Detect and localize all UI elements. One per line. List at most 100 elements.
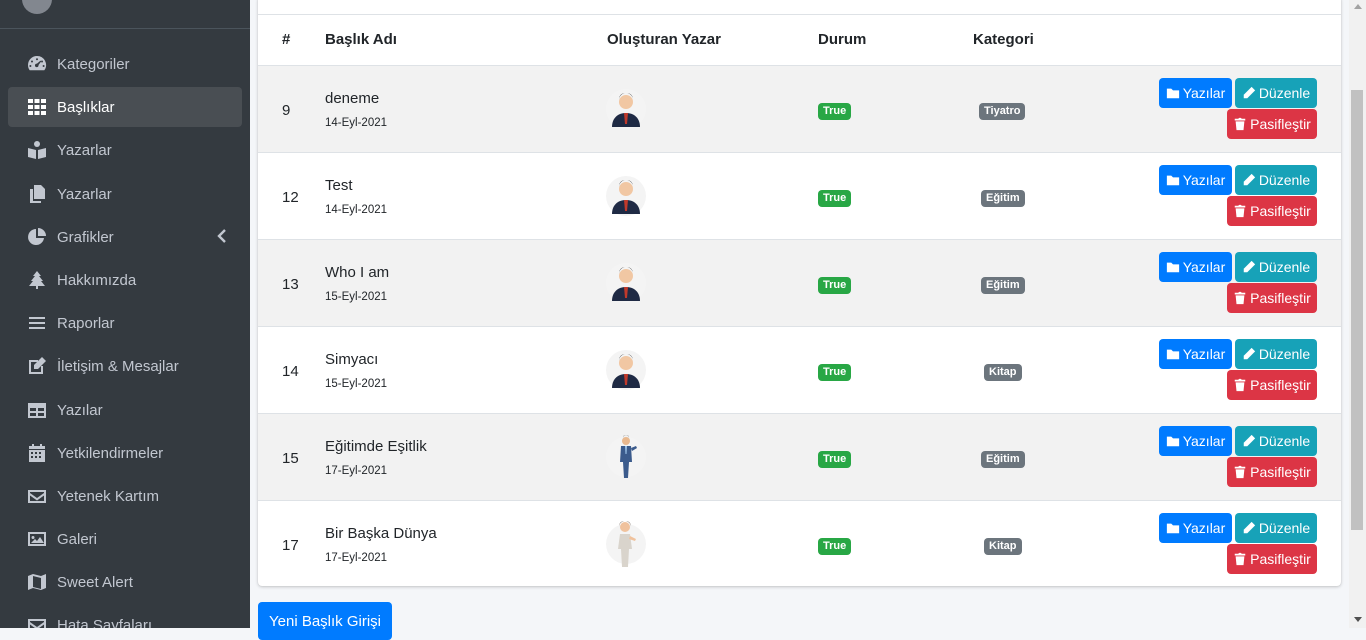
sidebar-item-label: İletişim & Mesajlar bbox=[57, 357, 179, 375]
edit-button-label: Düzenle bbox=[1258, 433, 1311, 449]
deactivate-button[interactable]: Pasifleştir bbox=[1227, 370, 1317, 400]
row-title: Who I am bbox=[325, 264, 390, 281]
deactivate-button-label: Pasifleştir bbox=[1250, 551, 1311, 567]
status-badge: True bbox=[818, 277, 852, 294]
edit-button-label: Düzenle bbox=[1258, 85, 1311, 101]
pencil-icon bbox=[1243, 260, 1255, 273]
scroll-up-arrow-icon[interactable] bbox=[1354, 4, 1362, 9]
deactivate-button-label: Pasifleştir bbox=[1250, 464, 1311, 480]
table-row: 13 Who I am 15-Eyl-2021 True Eğitim Yazı… bbox=[258, 239, 1341, 326]
user-avatar[interactable] bbox=[22, 0, 52, 14]
scroll-thumb[interactable] bbox=[1351, 90, 1363, 530]
column-header-category: Kategori bbox=[973, 31, 1034, 48]
posts-button-label: Yazılar bbox=[1182, 433, 1226, 449]
row-date: 14-Eyl-2021 bbox=[325, 204, 388, 216]
row-id: 15 bbox=[282, 450, 299, 467]
sidebar-item-yazarlar[interactable]: Yazarlar bbox=[8, 130, 242, 170]
sidebar-item-hata-sayfalari[interactable]: Hata Sayfaları bbox=[8, 605, 242, 628]
status-badge: True bbox=[818, 451, 852, 468]
pencil-icon bbox=[1243, 434, 1255, 447]
edit-button[interactable]: Düzenle bbox=[1235, 252, 1317, 282]
trash-icon bbox=[1234, 204, 1246, 218]
posts-button[interactable]: Yazılar bbox=[1159, 252, 1232, 282]
pencil-icon bbox=[1243, 347, 1255, 360]
posts-button-label: Yazılar bbox=[1182, 172, 1226, 188]
edit-button[interactable]: Düzenle bbox=[1235, 513, 1317, 543]
trash-icon bbox=[1234, 291, 1246, 305]
trash-icon bbox=[1234, 378, 1246, 392]
new-heading-button[interactable]: Yeni Başlık Girişi bbox=[258, 602, 392, 640]
posts-button[interactable]: Yazılar bbox=[1159, 78, 1232, 108]
sidebar-item-raporlar[interactable]: Raporlar bbox=[8, 303, 242, 343]
category-badge: Eğitim bbox=[981, 451, 1025, 468]
deactivate-button[interactable]: Pasifleştir bbox=[1227, 109, 1317, 139]
row-id: 14 bbox=[282, 363, 299, 380]
table-row: 12 Test 14-Eyl-2021 True Eğitim Yazılar … bbox=[258, 152, 1341, 239]
row-date: 15-Eyl-2021 bbox=[325, 378, 388, 390]
posts-button-label: Yazılar bbox=[1182, 85, 1226, 101]
edit-button[interactable]: Düzenle bbox=[1235, 78, 1317, 108]
edit-button-label: Düzenle bbox=[1258, 172, 1311, 188]
status-badge: True bbox=[818, 538, 852, 555]
scroll-down-arrow-icon[interactable] bbox=[1354, 617, 1362, 622]
row-date: 14-Eyl-2021 bbox=[325, 117, 388, 129]
trash-icon bbox=[1234, 117, 1246, 131]
edit-button-label: Düzenle bbox=[1258, 346, 1311, 362]
posts-button[interactable]: Yazılar bbox=[1159, 513, 1232, 543]
pencil-icon bbox=[1243, 86, 1255, 99]
column-header-author: Oluşturan Yazar bbox=[607, 31, 721, 48]
row-date: 17-Eyl-2021 bbox=[325, 465, 388, 477]
sidebar-item-label: Hata Sayfaları bbox=[57, 616, 153, 629]
column-header-status: Durum bbox=[818, 31, 867, 48]
vertical-scrollbar[interactable] bbox=[1349, 0, 1366, 628]
deactivate-button[interactable]: Pasifleştir bbox=[1227, 196, 1317, 226]
dashboard-gauge-icon bbox=[26, 53, 48, 75]
copy-icon bbox=[26, 183, 48, 205]
calendar-icon bbox=[26, 442, 48, 464]
deactivate-button[interactable]: Pasifleştir bbox=[1227, 283, 1317, 313]
posts-button-label: Yazılar bbox=[1182, 346, 1226, 362]
sidebar-item-yazarlar-2[interactable]: Yazarlar bbox=[8, 174, 242, 214]
category-badge: Kitap bbox=[984, 538, 1022, 555]
sidebar-item-label: Yazarlar bbox=[57, 185, 112, 203]
row-title: Bir Başka Dünya bbox=[325, 525, 437, 542]
row-title: deneme bbox=[325, 90, 380, 107]
edit-button[interactable]: Düzenle bbox=[1235, 339, 1317, 369]
category-badge: Eğitim bbox=[981, 277, 1025, 294]
sidebar-item-basliklar[interactable]: Başlıklar bbox=[8, 87, 242, 127]
envelope-icon bbox=[26, 614, 48, 628]
folder-icon bbox=[1166, 523, 1179, 534]
posts-button[interactable]: Yazılar bbox=[1159, 339, 1232, 369]
sidebar-item-yetenek-kartim[interactable]: Yetenek Kartım bbox=[8, 476, 242, 516]
posts-button[interactable]: Yazılar bbox=[1159, 426, 1232, 456]
sidebar-item-kategoriler[interactable]: Kategoriler bbox=[8, 44, 242, 84]
status-badge: True bbox=[818, 364, 852, 381]
grid-icon bbox=[26, 96, 48, 118]
user-panel bbox=[0, 0, 250, 29]
deactivate-button[interactable]: Pasifleştir bbox=[1227, 544, 1317, 574]
row-date: 17-Eyl-2021 bbox=[325, 552, 388, 564]
sidebar-item-label: Galeri bbox=[57, 530, 98, 548]
category-badge: Eğitim bbox=[981, 190, 1025, 207]
sidebar-item-iletisim[interactable]: İletişim & Mesajlar bbox=[8, 346, 242, 386]
sidebar-item-sweet-alert[interactable]: Sweet Alert bbox=[8, 562, 242, 602]
pencil-icon bbox=[1243, 521, 1255, 534]
edit-button[interactable]: Düzenle bbox=[1235, 165, 1317, 195]
sidebar-item-hakkimizda[interactable]: Hakkımızda bbox=[8, 260, 242, 300]
deactivate-button-label: Pasifleştir bbox=[1250, 203, 1311, 219]
chevron-left-icon bbox=[216, 228, 228, 249]
male-avatar bbox=[606, 350, 646, 390]
edit-button[interactable]: Düzenle bbox=[1235, 426, 1317, 456]
deactivate-button[interactable]: Pasifleştir bbox=[1227, 457, 1317, 487]
row-id: 17 bbox=[282, 537, 299, 554]
sidebar-item-yetkilendirmeler[interactable]: Yetkilendirmeler bbox=[8, 433, 242, 473]
status-badge: True bbox=[818, 190, 852, 207]
posts-button-label: Yazılar bbox=[1182, 259, 1226, 275]
sidebar-item-yazilar[interactable]: Yazılar bbox=[8, 390, 242, 430]
sidebar-item-galeri[interactable]: Galeri bbox=[8, 519, 242, 559]
posts-button[interactable]: Yazılar bbox=[1159, 165, 1232, 195]
sidebar-item-label: Yetkilendirmeler bbox=[57, 444, 164, 462]
pie-chart-icon bbox=[26, 226, 48, 248]
sidebar-item-label: Yetenek Kartım bbox=[57, 487, 160, 505]
sidebar-item-grafikler[interactable]: Grafikler bbox=[8, 217, 242, 257]
